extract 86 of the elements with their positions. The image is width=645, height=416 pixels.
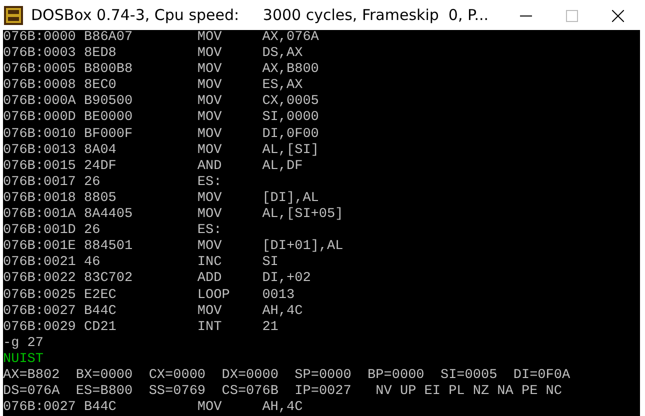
operand-text: AL,DF [262, 158, 303, 175]
operand-text: SI,0000 [262, 110, 319, 127]
address-text: 076B:0027 [3, 304, 77, 320]
maximize-icon [566, 10, 578, 22]
mnemonic-text: MOV [197, 239, 223, 256]
mnemonic-text: MOV [197, 78, 223, 94]
operand-text: [DI],AL [262, 190, 319, 207]
address-text: 076B:0021 [3, 255, 77, 272]
address-text: 076B:0000 [3, 30, 77, 46]
mnemonic-text: MOV [197, 304, 223, 320]
machine-code-text: 46 [84, 255, 102, 272]
console-line: -g 27 [3, 336, 44, 352]
mnemonic-text: ES: [197, 223, 223, 240]
operand-text: SI [262, 255, 278, 272]
mnemonic-text: MOV [197, 207, 223, 224]
mnemonic-text: MOV [197, 110, 223, 127]
machine-code-text: 24DF [84, 158, 118, 175]
address-text: 076B:000A [3, 94, 77, 110]
machine-code-text: E2EC [84, 288, 118, 304]
operand-text: [DI+01],AL [262, 239, 344, 256]
address-text: 076B:0008 [3, 78, 77, 94]
mnemonic-text: MOV [197, 400, 223, 416]
machine-code-text: 8EC0 [84, 78, 118, 94]
mnemonic-text: MOV [197, 30, 223, 46]
mnemonic-text: LOOP [197, 288, 231, 304]
mnemonic-text: MOV [197, 142, 223, 159]
address-text: 076B:0015 [3, 158, 77, 175]
machine-code-text: BE0000 [84, 110, 134, 127]
mnemonic-text: AND [197, 158, 223, 175]
operand-text: AX,076A [262, 30, 319, 46]
address-text: 076B:0010 [3, 126, 77, 143]
console-line: NUIST [3, 352, 44, 368]
address-text: 076B:0005 [3, 62, 77, 78]
address-text: 076B:001D [3, 223, 77, 240]
machine-code-text: BF000F [84, 126, 134, 143]
mnemonic-text: MOV [197, 46, 223, 62]
operand-text: DI,+02 [262, 271, 311, 288]
mnemonic-text: INT [197, 320, 223, 336]
address-text: 076B:0017 [3, 174, 77, 191]
close-icon [612, 10, 624, 22]
mnemonic-text: MOV [197, 126, 223, 143]
console-line: AX=B802 BX=0000 CX=0000 DX=0000 SP=0000 BP=0000 SI=0005 DI=0F0A [3, 368, 570, 384]
operand-text: AH,4C [262, 304, 303, 320]
address-text: 076B:0022 [3, 271, 77, 288]
mnemonic-text: MOV [197, 94, 223, 110]
operand-text: AL,[SI+05] [262, 207, 344, 224]
address-text: 076B:0029 [3, 320, 77, 336]
operand-text: AX,B800 [262, 62, 319, 78]
address-text: 076B:0025 [3, 288, 77, 304]
machine-code-text: 26 [84, 174, 102, 191]
operand-text: AH,4C [262, 400, 303, 416]
address-text: 076B:001A [3, 207, 77, 224]
machine-code-text: B800B8 [84, 62, 134, 78]
machine-code-text: 8805 [84, 190, 118, 208]
console-line: DS=076A ES=B800 SS=0769 CS=076B IP=0027 NV UP EI PL NZ NA PE NC [3, 384, 562, 400]
machine-code-text: B86A07 [84, 30, 134, 46]
address-text: 076B:0018 [3, 190, 77, 208]
operand-text: DI,0F00 [262, 126, 319, 143]
mnemonic-text: MOV [197, 190, 223, 208]
machine-code-text: B44C [84, 400, 118, 416]
machine-code-text: 8A4405 [84, 207, 134, 224]
machine-code-text: CD21 [84, 320, 118, 336]
mnemonic-text: MOV [197, 62, 223, 78]
operand-text: AL,[SI] [262, 142, 319, 159]
mnemonic-text: ES: [197, 174, 223, 191]
operand-text: 0013 [262, 288, 295, 304]
operand-text: DS,AX [262, 46, 303, 62]
operand-text: ES,AX [262, 78, 303, 94]
mnemonic-text: INC [197, 255, 223, 272]
machine-code-text: 884501 [84, 239, 134, 256]
address-text: 076B:000D [3, 110, 77, 127]
window-title: DOSBox 0.74-3, Cpu speed: 3000 cycles, Frameskip 0, P... [31, 4, 490, 26]
machine-code-text: 8ED8 [84, 46, 118, 62]
machine-code-text: 83C702 [84, 271, 134, 288]
operand-text: 21 [262, 320, 278, 336]
machine-code-text: 26 [84, 223, 102, 240]
app-icon [4, 6, 23, 24]
machine-code-text: B90500 [84, 94, 134, 110]
machine-code-text: 8A04 [84, 142, 118, 159]
address-text: 076B:0027 [3, 400, 77, 416]
machine-code-text: B44C [84, 304, 118, 320]
address-text: 076B:0003 [3, 46, 77, 62]
address-text: 076B:0013 [3, 142, 77, 159]
address-text: 076B:001E [3, 239, 77, 256]
mnemonic-text: ADD [197, 271, 223, 288]
operand-text: CX,0005 [262, 94, 319, 110]
